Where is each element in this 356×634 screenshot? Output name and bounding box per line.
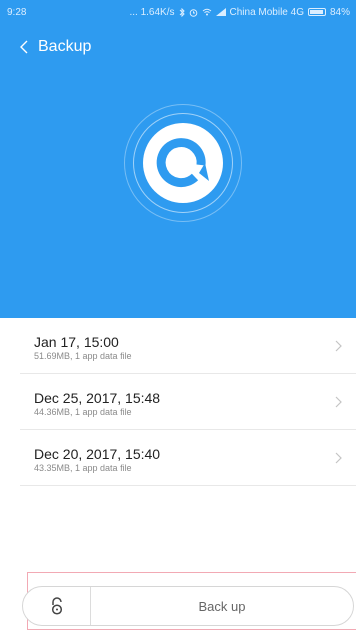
carrier-name: China Mobile 4G [229,6,304,18]
signal-icon [215,8,226,16]
backup-item[interactable]: Dec 25, 2017, 15:48 44.36MB, 1 app data … [20,374,356,430]
chevron-right-icon [335,452,342,464]
backup-list: Jan 17, 15:00 51.69MB, 1 app data file D… [0,318,356,486]
header-hero: 9:28 ... 1.64K/s China Mobile 4G 84% Bac… [0,0,356,318]
alarm-icon [189,8,197,17]
title-bar: Backup [0,30,356,64]
battery-icon [307,8,326,16]
backup-details: 43.35MB, 1 app data file [34,463,132,473]
bluetooth-icon [179,7,185,17]
backup-date: Jan 17, 15:00 [34,334,119,350]
status-time: 9:28 [7,6,27,18]
page-title: Backup [38,38,92,55]
backup-date: Dec 20, 2017, 15:40 [34,446,161,462]
backup-date: Dec 25, 2017, 15:48 [34,390,161,406]
unlock-icon [51,597,62,615]
status-bar: 9:28 ... 1.64K/s China Mobile 4G 84% [0,0,356,24]
back-up-button[interactable]: Back up [91,587,353,625]
backup-item[interactable]: Jan 17, 15:00 51.69MB, 1 app data file [20,318,356,374]
bottom-action-bar: Back up [22,586,354,626]
battery-level: 84% [329,6,350,18]
backup-logo-icon [143,123,223,203]
encrypt-button[interactable] [23,587,91,625]
wifi-icon [202,8,211,16]
chevron-right-icon [335,340,342,352]
status-indicators: ... 1.64K/s China Mobile 4G 84% [129,7,350,18]
chevron-right-icon [335,396,342,408]
chevron-left-icon [20,40,28,54]
network-speed: ... 1.64K/s [129,6,175,18]
back-button[interactable] [20,40,28,54]
backup-item[interactable]: Dec 20, 2017, 15:40 43.35MB, 1 app data … [20,430,356,486]
backup-details: 44.36MB, 1 app data file [34,407,132,417]
backup-details: 51.69MB, 1 app data file [34,351,132,361]
